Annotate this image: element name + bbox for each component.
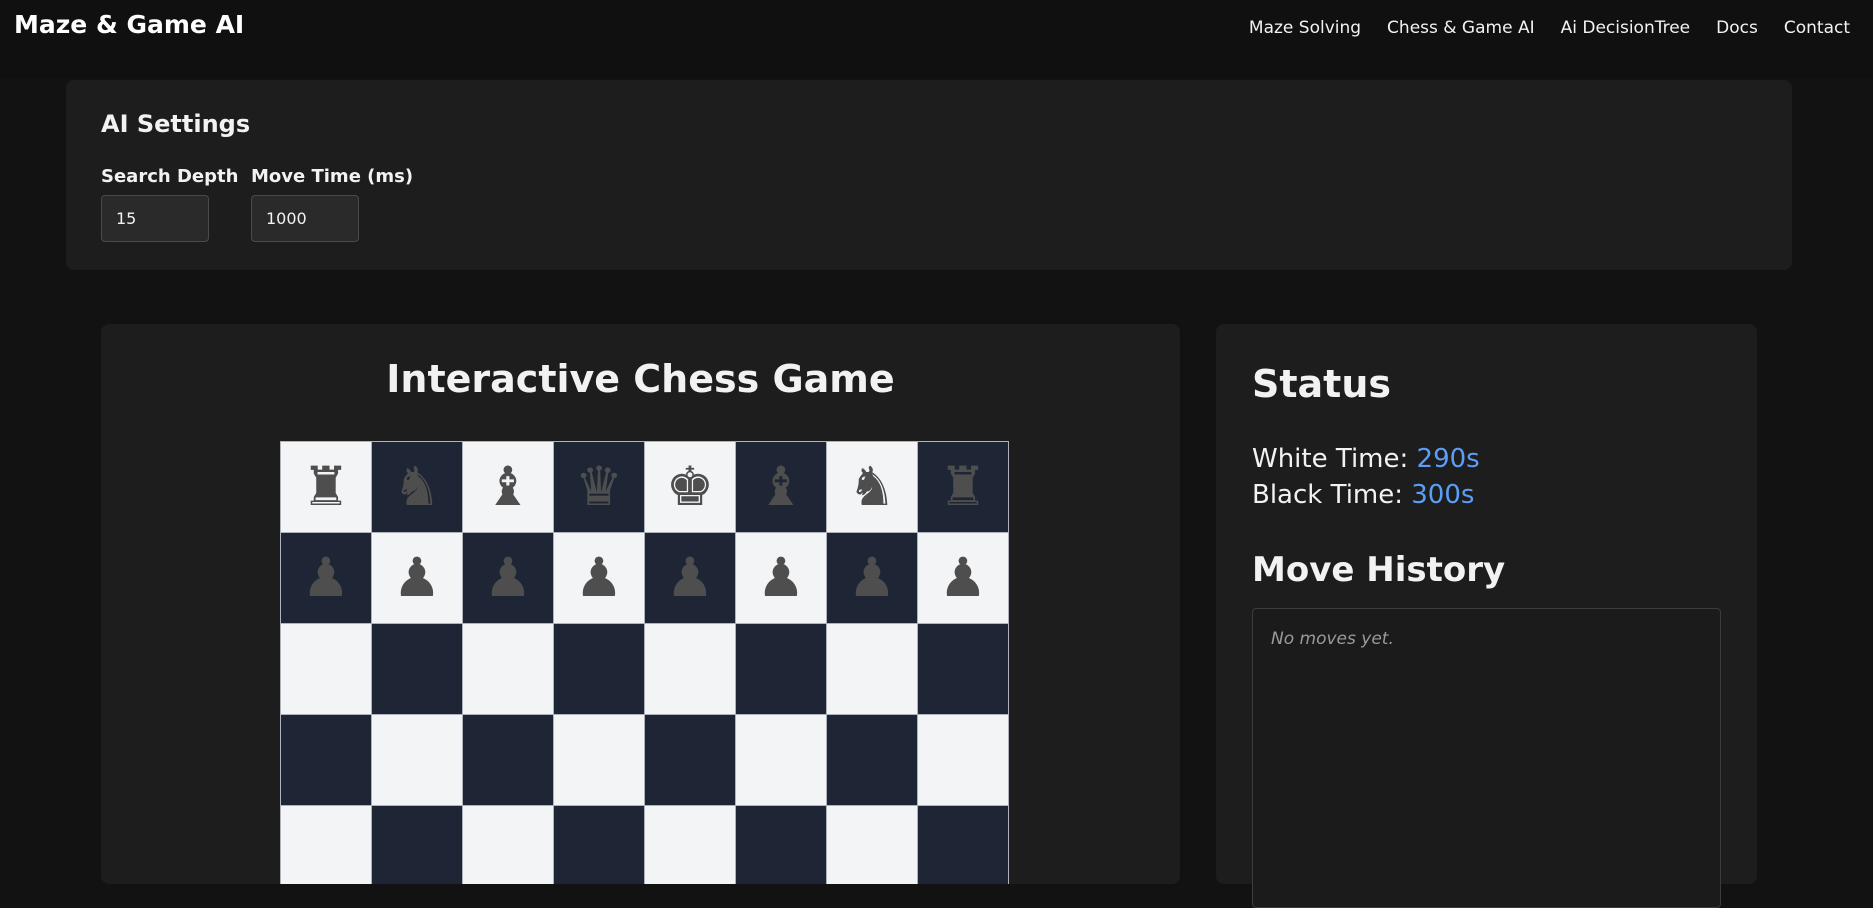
nav-link-maze-solving[interactable]: Maze Solving [1249, 18, 1361, 38]
black-time-label: Black Time: [1252, 480, 1403, 510]
chess-board: ♜ ♞ ♝ ♛ ♚ ♝ ♞ ♜ ♟ ♟ ♟ ♟ ♟ ♟ ♟ ♟ [280, 441, 1009, 884]
move-time-label: Move Time (ms) [251, 166, 414, 187]
piece-knight-icon[interactable]: ♞ [393, 460, 441, 514]
square-b6[interactable] [372, 624, 462, 714]
square-c4[interactable] [463, 806, 553, 884]
search-depth-field: Search Depth [101, 166, 238, 242]
square-a6[interactable] [281, 624, 371, 714]
black-time: Black Time: 300s [1252, 480, 1474, 510]
piece-pawn-icon[interactable]: ♟ [484, 551, 532, 605]
move-history-title: Move History [1252, 550, 1506, 590]
piece-pawn-icon[interactable]: ♟ [666, 551, 714, 605]
navbar: Maze & Game AI Maze Solving Chess & Game… [0, 0, 1873, 78]
move-history-list[interactable]: No moves yet. [1252, 608, 1721, 908]
nav-link-docs[interactable]: Docs [1716, 18, 1758, 38]
nav-link-contact[interactable]: Contact [1784, 18, 1850, 38]
nav-links: Maze Solving Chess & Game AI Ai Decision… [1249, 18, 1850, 38]
square-c5[interactable] [463, 715, 553, 805]
square-f5[interactable] [736, 715, 826, 805]
move-time-input[interactable] [251, 195, 359, 242]
square-a5[interactable] [281, 715, 371, 805]
status-title: Status [1252, 362, 1392, 406]
square-f8[interactable]: ♝ [736, 442, 826, 532]
white-time-label: White Time: [1252, 444, 1409, 474]
white-time: White Time: 290s [1252, 444, 1480, 474]
square-a8[interactable]: ♜ [281, 442, 371, 532]
square-g7[interactable]: ♟ [827, 533, 917, 623]
status-panel: Status White Time: 290s Black Time: 300s… [1216, 324, 1757, 908]
square-c6[interactable] [463, 624, 553, 714]
piece-pawn-icon[interactable]: ♟ [848, 551, 896, 605]
search-depth-input[interactable] [101, 195, 209, 242]
piece-king-icon[interactable]: ♚ [666, 460, 714, 514]
brand-logo[interactable]: Maze & Game AI [14, 10, 244, 39]
white-time-value: 290s [1416, 444, 1480, 474]
search-depth-label: Search Depth [101, 166, 239, 187]
piece-bishop-icon[interactable]: ♝ [484, 460, 532, 514]
square-d4[interactable] [554, 806, 644, 884]
square-g4[interactable] [827, 806, 917, 884]
square-g5[interactable] [827, 715, 917, 805]
square-e5[interactable] [645, 715, 735, 805]
square-f7[interactable]: ♟ [736, 533, 826, 623]
square-h7[interactable]: ♟ [918, 533, 1008, 623]
square-b4[interactable] [372, 806, 462, 884]
piece-pawn-icon[interactable]: ♟ [393, 551, 441, 605]
piece-bishop-icon[interactable]: ♝ [757, 460, 805, 514]
square-e7[interactable]: ♟ [645, 533, 735, 623]
square-d7[interactable]: ♟ [554, 533, 644, 623]
square-b8[interactable]: ♞ [372, 442, 462, 532]
square-e8[interactable]: ♚ [645, 442, 735, 532]
piece-rook-icon[interactable]: ♜ [302, 460, 350, 514]
piece-pawn-icon[interactable]: ♟ [939, 551, 987, 605]
ai-settings-title: AI Settings [101, 110, 251, 138]
square-d6[interactable] [554, 624, 644, 714]
square-e4[interactable] [645, 806, 735, 884]
move-time-field: Move Time (ms) [251, 166, 413, 242]
chess-game-panel: Interactive Chess Game ♜ ♞ ♝ ♛ ♚ ♝ ♞ ♜ ♟ ♟ ♟ ♟ ♟ ♟ ♟ ♟ [101, 324, 1180, 884]
piece-pawn-icon[interactable]: ♟ [302, 551, 350, 605]
piece-pawn-icon[interactable]: ♟ [575, 551, 623, 605]
square-a4[interactable] [281, 806, 371, 884]
square-d5[interactable] [554, 715, 644, 805]
square-a7[interactable]: ♟ [281, 533, 371, 623]
piece-rook-icon[interactable]: ♜ [939, 460, 987, 514]
square-b5[interactable] [372, 715, 462, 805]
square-e6[interactable] [645, 624, 735, 714]
square-g8[interactable]: ♞ [827, 442, 917, 532]
square-f4[interactable] [736, 806, 826, 884]
square-c8[interactable]: ♝ [463, 442, 553, 532]
game-title: Interactive Chess Game [386, 357, 895, 401]
square-h6[interactable] [918, 624, 1008, 714]
square-h4[interactable] [918, 806, 1008, 884]
move-history-empty: No moves yet. [1271, 629, 1394, 649]
nav-link-chess-game-ai[interactable]: Chess & Game AI [1387, 18, 1535, 38]
square-g6[interactable] [827, 624, 917, 714]
black-time-value: 300s [1411, 480, 1475, 510]
piece-pawn-icon[interactable]: ♟ [757, 551, 805, 605]
nav-link-ai-decision-tree[interactable]: Ai DecisionTree [1561, 18, 1691, 38]
square-b7[interactable]: ♟ [372, 533, 462, 623]
ai-settings-panel: AI Settings Search Depth Move Time (ms) [66, 80, 1792, 270]
piece-knight-icon[interactable]: ♞ [848, 460, 896, 514]
square-h8[interactable]: ♜ [918, 442, 1008, 532]
square-d8[interactable]: ♛ [554, 442, 644, 532]
square-c7[interactable]: ♟ [463, 533, 553, 623]
square-f6[interactable] [736, 624, 826, 714]
square-h5[interactable] [918, 715, 1008, 805]
piece-queen-icon[interactable]: ♛ [575, 460, 623, 514]
